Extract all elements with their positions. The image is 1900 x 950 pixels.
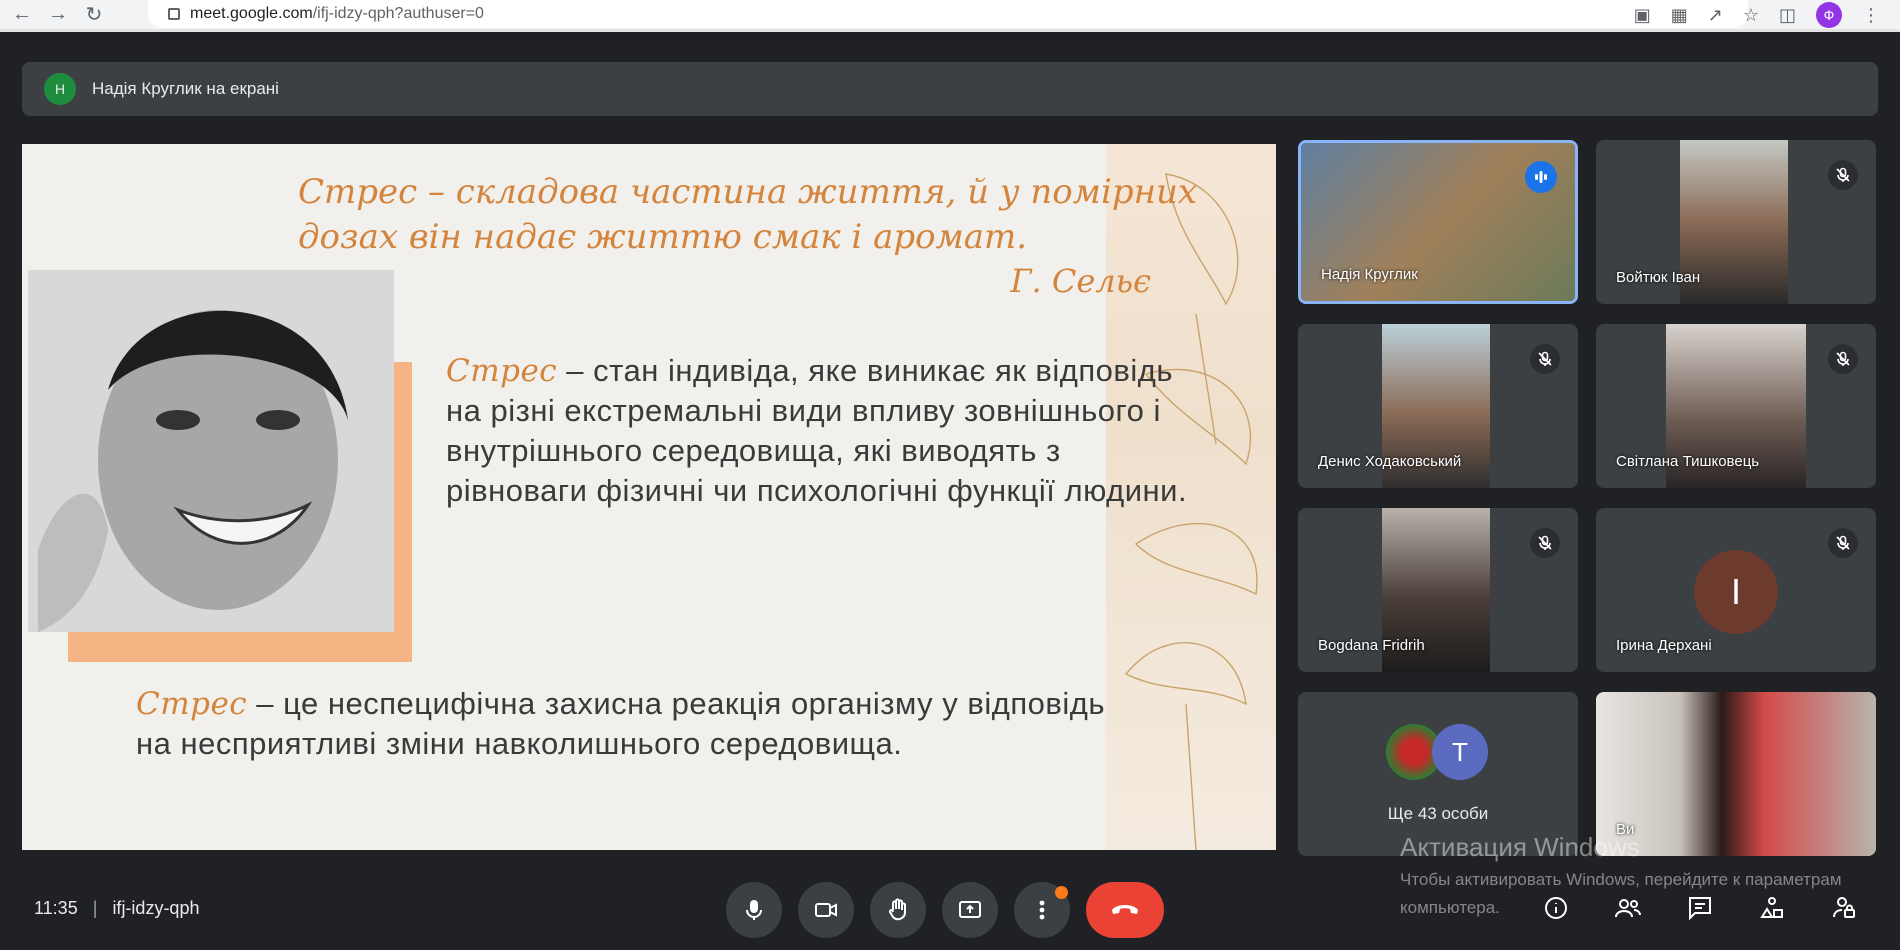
activities-button[interactable] — [1756, 892, 1788, 924]
host-controls-button[interactable] — [1828, 892, 1860, 924]
quote-author: Г. Сельє — [1010, 262, 1151, 300]
profile-avatar[interactable]: Ф — [1816, 2, 1842, 28]
definition-2: Стрес – це неспецифічна захисна реакція … — [136, 686, 1105, 761]
participant-name: Надія Круглик — [1321, 266, 1418, 283]
browser-toolbar: ← → ↻ meet.google.com/ifj-idzy-qph?authu… — [0, 0, 1900, 32]
info-button[interactable] — [1540, 892, 1572, 924]
hand-icon — [888, 898, 906, 921]
video-camera-icon — [815, 903, 837, 917]
participant-tile[interactable]: I Ірина Дерхані — [1596, 508, 1876, 672]
meeting-code: ifj-idzy-qph — [112, 898, 200, 918]
presenter-avatar: Н — [44, 73, 76, 105]
participant-name: Войтюк Іван — [1616, 269, 1701, 286]
shared-screen: Стрес – складова частина життя, й у помі… — [22, 144, 1276, 850]
more-participants-label: Ще 43 особи — [1387, 804, 1489, 823]
mic-off-icon — [1828, 160, 1858, 190]
url-text: meet.google.com/ifj-idzy-qph?authuser=0 — [190, 5, 484, 22]
hang-up-icon — [1112, 905, 1138, 914]
bookmark-star-icon[interactable]: ☆ — [1743, 5, 1759, 26]
call-controls — [726, 882, 1164, 938]
participant-tile[interactable]: Bogdana Fridrih — [1298, 508, 1578, 672]
present-screen-button[interactable] — [942, 882, 998, 938]
participant-name: Денис Ходаковський — [1318, 453, 1462, 470]
sidebar-icon[interactable]: ◫ — [1779, 5, 1796, 26]
separator: | — [92, 898, 98, 918]
mic-off-icon — [1530, 344, 1560, 374]
portrait-image — [28, 270, 394, 632]
lock-icon — [168, 8, 180, 20]
share-icon[interactable]: ↗ — [1708, 5, 1723, 26]
definition-1: Стрес – стан індивіда, яке виникає як ві… — [446, 353, 1188, 508]
microphone-icon — [746, 900, 762, 920]
participant-name: Світлана Тишковець — [1616, 453, 1760, 470]
notification-dot — [1055, 886, 1068, 899]
present-icon — [959, 901, 981, 918]
participant-avatar: I — [1694, 550, 1778, 634]
camera-button[interactable] — [798, 882, 854, 938]
translate-icon[interactable]: ▦ — [1671, 5, 1688, 26]
people-button[interactable] — [1612, 892, 1644, 924]
info-icon — [1545, 897, 1567, 919]
presenter-label: Надія Круглик на екрані — [92, 79, 279, 98]
participant-tile[interactable]: Войтюк Іван — [1596, 140, 1876, 304]
clock-time: 11:35 — [34, 898, 78, 918]
lock-person-icon — [1833, 897, 1855, 918]
reload-icon[interactable]: ↻ — [80, 3, 108, 27]
chat-button[interactable] — [1684, 892, 1716, 924]
presentation-banner: Н Надія Круглик на екрані — [22, 62, 1878, 116]
participant-tile[interactable]: Світлана Тишковець — [1596, 324, 1876, 488]
activities-icon — [1760, 897, 1783, 918]
participant-name: Bogdana Fridrih — [1318, 637, 1425, 654]
quote-text: Стрес – складова частина життя, й у помі… — [298, 172, 1198, 257]
meeting-info: 11:35 | ifj-idzy-qph — [34, 898, 199, 919]
microphone-button[interactable] — [726, 882, 782, 938]
participant-name: Ірина Дерхані — [1616, 637, 1712, 654]
chat-icon — [1689, 897, 1711, 921]
forward-icon[interactable]: → — [44, 3, 72, 27]
camera-icon[interactable]: ▣ — [1634, 5, 1651, 26]
leave-call-button[interactable] — [1086, 882, 1164, 938]
participant-avatar: T — [1432, 724, 1488, 780]
speaking-indicator-icon — [1525, 161, 1557, 193]
mic-off-icon — [1530, 528, 1560, 558]
address-bar[interactable]: meet.google.com/ifj-idzy-qph?authuser=0 — [148, 0, 1748, 28]
back-icon[interactable]: ← — [8, 3, 36, 27]
participant-tile[interactable]: Денис Ходаковський — [1298, 324, 1578, 488]
menu-kebab-icon[interactable]: ⋮ — [1862, 5, 1880, 26]
side-controls — [1540, 892, 1860, 924]
more-options-button[interactable] — [1014, 882, 1070, 938]
more-avatars: T — [1386, 724, 1488, 780]
participant-tile[interactable]: Надія Круглик — [1298, 140, 1578, 304]
raise-hand-button[interactable] — [870, 882, 926, 938]
people-icon — [1615, 899, 1641, 918]
activation-watermark-title: Активация Windows — [1400, 832, 1640, 862]
mic-off-icon — [1828, 528, 1858, 558]
more-vert-icon — [1039, 900, 1045, 920]
mic-off-icon — [1828, 344, 1858, 374]
